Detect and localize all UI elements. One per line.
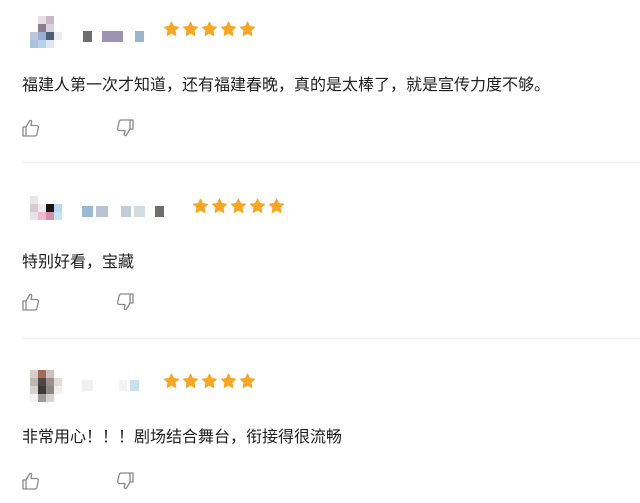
like-button[interactable]	[20, 470, 42, 492]
review-item: 特别好看，宝藏	[0, 163, 640, 338]
username-obscured[interactable]	[83, 31, 144, 42]
username-obscured[interactable]	[82, 206, 164, 217]
star-icon	[182, 21, 199, 38]
avatar[interactable]	[30, 16, 62, 48]
avatar[interactable]	[30, 196, 62, 228]
star-icon	[249, 198, 266, 215]
like-button[interactable]	[20, 117, 42, 139]
review-text: 特别好看，宝藏	[22, 252, 135, 271]
star-icon	[192, 198, 209, 215]
star-icon	[239, 21, 256, 38]
star-icon	[268, 198, 285, 215]
star-icon	[182, 373, 199, 390]
star-icon	[163, 21, 180, 38]
thumbs-down-icon	[116, 293, 134, 311]
dislike-button[interactable]	[114, 470, 136, 492]
star-icon	[230, 198, 247, 215]
star-icon	[211, 198, 228, 215]
star-icon	[201, 21, 218, 38]
thumbs-up-icon	[22, 472, 40, 490]
star-icon	[201, 373, 218, 390]
thumbs-down-icon	[116, 119, 134, 137]
star-icon	[163, 373, 180, 390]
star-rating	[163, 373, 256, 390]
thumbs-up-icon	[22, 119, 40, 137]
review-text: 非常用心！！！剧场结合舞台，衔接得很流畅	[22, 427, 343, 446]
star-icon	[220, 21, 237, 38]
dislike-button[interactable]	[114, 117, 136, 139]
star-rating	[163, 21, 256, 38]
like-button[interactable]	[20, 291, 42, 313]
star-icon	[239, 373, 256, 390]
review-item: 非常用心！！！剧场结合舞台，衔接得很流畅	[0, 339, 640, 503]
star-rating	[192, 198, 285, 215]
avatar[interactable]	[30, 370, 62, 402]
thumbs-down-icon	[116, 472, 134, 490]
username-obscured[interactable]	[82, 380, 139, 391]
dislike-button[interactable]	[114, 291, 136, 313]
thumbs-up-icon	[22, 293, 40, 311]
review-text: 福建人第一次才知道，还有福建春晚，真的是太棒了，就是宣传力度不够。	[22, 75, 551, 94]
review-item: 福建人第一次才知道，还有福建春晚，真的是太棒了，就是宣传力度不够。	[0, 0, 640, 162]
star-icon	[220, 373, 237, 390]
